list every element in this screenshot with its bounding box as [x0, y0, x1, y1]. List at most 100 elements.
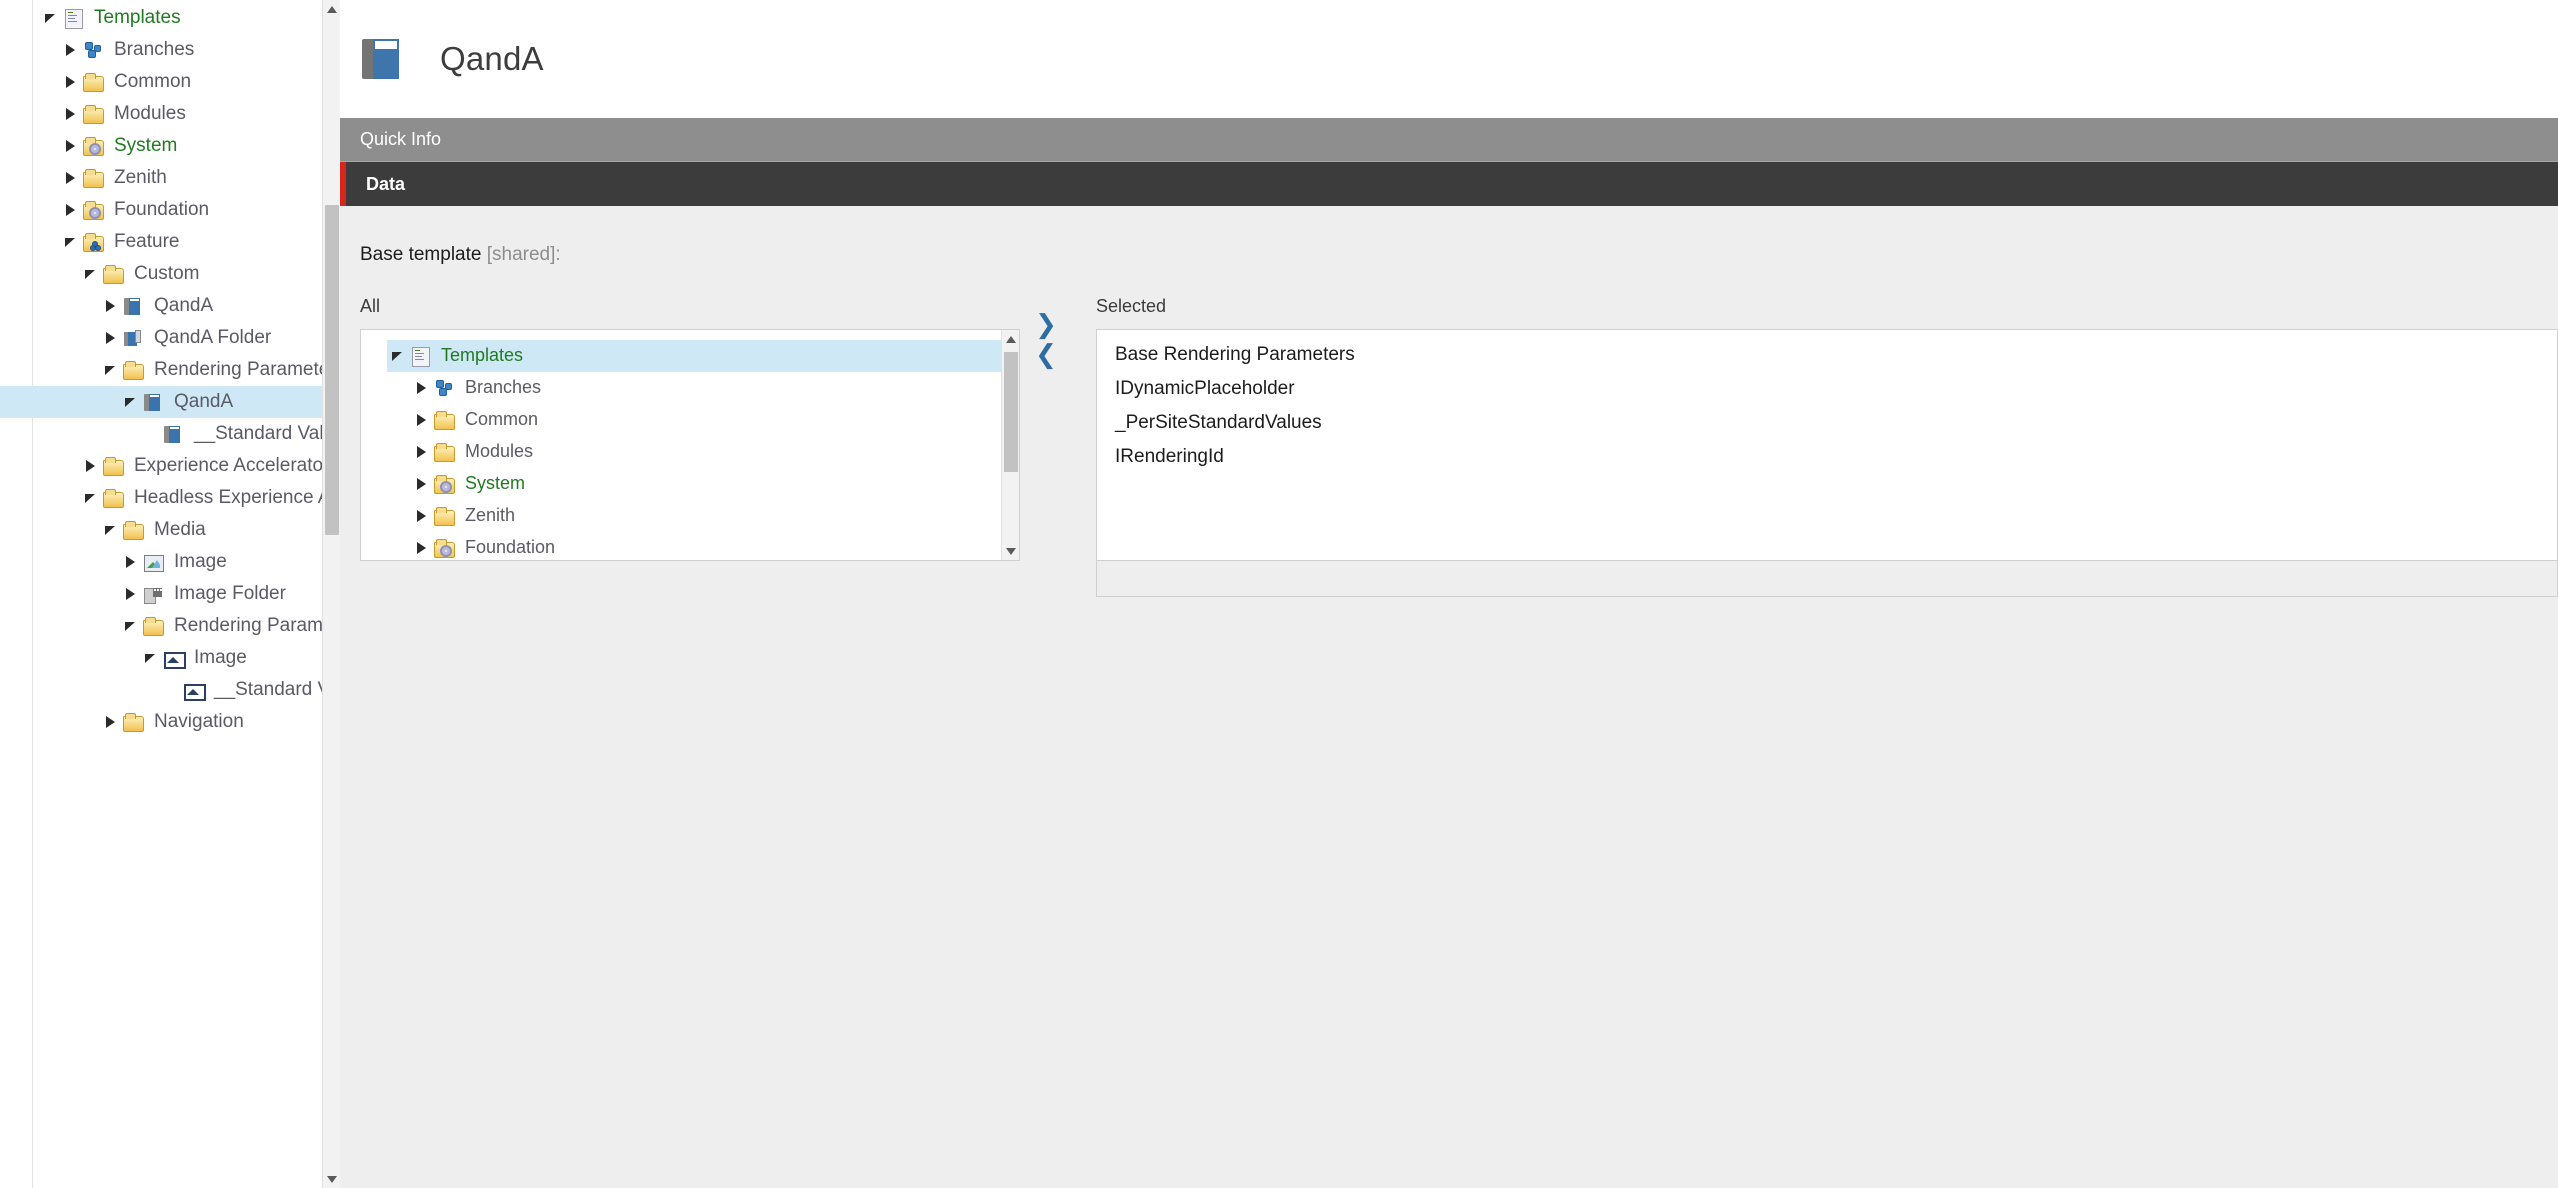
- all-listbox[interactable]: Templates Branches Common Modules System Zeni…: [360, 329, 1020, 561]
- tree-item-label: Common: [465, 409, 539, 429]
- all-template-tree[interactable]: Templates Branches Common Modules System Zeni…: [361, 330, 1019, 560]
- collapse-arrow-icon[interactable]: [140, 653, 160, 663]
- expand-arrow-icon[interactable]: [120, 556, 140, 568]
- collapse-arrow-icon[interactable]: [80, 493, 100, 503]
- tree-item-zenith[interactable]: Zenith: [387, 500, 1019, 532]
- remove-button[interactable]: ❮: [1035, 342, 1057, 368]
- folder-icon: [102, 264, 124, 284]
- scrollbar-thumb[interactable]: [325, 205, 339, 535]
- template-book-icon: [122, 296, 144, 316]
- folder-icon: [120, 360, 146, 380]
- scroll-up-icon[interactable]: [323, 0, 340, 18]
- collapse-arrow-icon[interactable]: [100, 365, 120, 375]
- tree-item-standard-values[interactable]: __Standard Values: [0, 418, 340, 450]
- tree-item-label: QandA Folder: [154, 326, 272, 348]
- tree-item-foundation[interactable]: Foundation: [0, 194, 340, 226]
- tree-item-branches[interactable]: Branches: [387, 372, 1019, 404]
- tree-item-label: Zenith: [465, 505, 516, 525]
- tree-item-feature[interactable]: Feature: [0, 226, 340, 258]
- tree-item-image[interactable]: Image: [0, 546, 340, 578]
- expand-arrow-icon[interactable]: [411, 382, 431, 394]
- collapse-arrow-icon[interactable]: [120, 397, 140, 407]
- tree-item-label: Image Folder: [174, 582, 286, 604]
- tree-item-foundation[interactable]: Foundation: [387, 532, 1019, 560]
- folder-icon: [100, 488, 126, 508]
- collapse-arrow-icon[interactable]: [40, 13, 60, 23]
- add-button[interactable]: ❯: [1035, 312, 1057, 338]
- collapse-arrow-icon[interactable]: [60, 237, 80, 247]
- tree-item-custom[interactable]: Custom: [0, 258, 340, 290]
- tree-item-modules[interactable]: Modules: [387, 436, 1019, 468]
- expand-arrow-icon[interactable]: [120, 588, 140, 600]
- templates-doc-icon: [60, 8, 86, 29]
- tree-item-templates[interactable]: Templates: [0, 2, 340, 34]
- expand-arrow-icon[interactable]: [100, 716, 120, 728]
- expand-arrow-icon[interactable]: [100, 332, 120, 344]
- expand-arrow-icon[interactable]: [411, 510, 431, 522]
- collapse-arrow-icon[interactable]: [80, 269, 100, 279]
- expand-arrow-icon[interactable]: [80, 460, 100, 472]
- tree-item-rendering-parameters[interactable]: Rendering Parameters: [0, 354, 340, 386]
- folder-icon: [122, 520, 144, 540]
- tree-item-qanda-folder[interactable]: QandA Folder: [0, 322, 340, 354]
- tree-item-label: Branches: [465, 377, 542, 397]
- tree-item-image[interactable]: Image: [0, 642, 340, 674]
- tree-item-system[interactable]: System: [0, 130, 340, 162]
- all-scrollbar-thumb[interactable]: [1004, 352, 1018, 472]
- collapse-arrow-icon[interactable]: [100, 525, 120, 535]
- tree-item-zenith[interactable]: Zenith: [0, 162, 340, 194]
- folder-gear-icon: [431, 474, 457, 494]
- collapse-arrow-icon[interactable]: [120, 621, 140, 631]
- all-listbox-scrollbar[interactable]: [1001, 330, 1019, 560]
- selected-list-item[interactable]: Base Rendering Parameters: [1115, 344, 2557, 366]
- expand-arrow-icon[interactable]: [60, 44, 80, 56]
- selected-listbox[interactable]: Base Rendering Parameters IDynamicPlaceho…: [1096, 329, 2558, 561]
- base-template-shared-flag: [shared]:: [486, 244, 561, 265]
- tree-item-media[interactable]: Media: [0, 514, 340, 546]
- expand-arrow-icon[interactable]: [100, 300, 120, 312]
- tree-item-common[interactable]: Common: [387, 404, 1019, 436]
- tree-item-branches[interactable]: Branches: [0, 34, 340, 66]
- expand-arrow-icon[interactable]: [60, 140, 80, 152]
- expand-arrow-icon[interactable]: [60, 172, 80, 184]
- section-quick-info[interactable]: Quick Info: [340, 118, 2558, 162]
- tree-item-qanda[interactable]: QandA: [0, 290, 340, 322]
- section-data-label: Data: [366, 173, 406, 194]
- base-template-field-label: Base template [shared]:: [360, 244, 2558, 266]
- expand-arrow-icon[interactable]: [411, 478, 431, 490]
- tree-item-headless-experience-accelera[interactable]: Headless Experience Accelera: [0, 482, 340, 514]
- content-tree[interactable]: Templates Branches Common Modules System Zeni…: [0, 0, 340, 738]
- tree-item-label: __Standard Values: [194, 422, 340, 444]
- tree-item-navigation[interactable]: Navigation: [0, 706, 340, 738]
- collapse-arrow-icon[interactable]: [387, 351, 407, 361]
- expand-arrow-icon[interactable]: [60, 108, 80, 120]
- tree-item-rendering-parameters[interactable]: Rendering Parameters: [0, 610, 340, 642]
- expand-arrow-icon[interactable]: [60, 204, 80, 216]
- folder-icon: [431, 442, 457, 462]
- tree-item-common[interactable]: Common: [0, 66, 340, 98]
- tree-item-image-folder[interactable]: Image Folder: [0, 578, 340, 610]
- template-book-icon: [120, 296, 146, 316]
- puzzle-icon: [80, 40, 106, 60]
- content-tree-scrollbar[interactable]: [322, 0, 340, 1188]
- tree-item-qanda[interactable]: QandA: [0, 386, 340, 418]
- section-data[interactable]: Data: [340, 162, 2558, 206]
- all-scroll-up-icon[interactable]: [1002, 330, 1019, 348]
- tree-item-modules[interactable]: Modules: [0, 98, 340, 130]
- expand-arrow-icon[interactable]: [411, 542, 431, 554]
- tree-item-experience-accelerator[interactable]: Experience Accelerator: [0, 450, 340, 482]
- selected-list-item[interactable]: IDynamicPlaceholder: [1115, 378, 2557, 400]
- selected-list-item[interactable]: _PerSiteStandardValues: [1115, 412, 2557, 434]
- tree-item-system[interactable]: System: [387, 468, 1019, 500]
- image-folder-icon: [142, 584, 164, 604]
- selected-list-item[interactable]: IRenderingId: [1115, 446, 2557, 468]
- tree-item-standard-values[interactable]: __Standard Values: [0, 674, 340, 706]
- scroll-down-icon[interactable]: [323, 1170, 340, 1188]
- tree-item-label: Custom: [134, 262, 200, 284]
- expand-arrow-icon[interactable]: [411, 446, 431, 458]
- expand-arrow-icon[interactable]: [60, 76, 80, 88]
- tree-item-templates[interactable]: Templates: [387, 340, 1019, 372]
- expand-arrow-icon[interactable]: [411, 414, 431, 426]
- folder-icon: [122, 360, 144, 380]
- all-scroll-down-icon[interactable]: [1002, 542, 1019, 560]
